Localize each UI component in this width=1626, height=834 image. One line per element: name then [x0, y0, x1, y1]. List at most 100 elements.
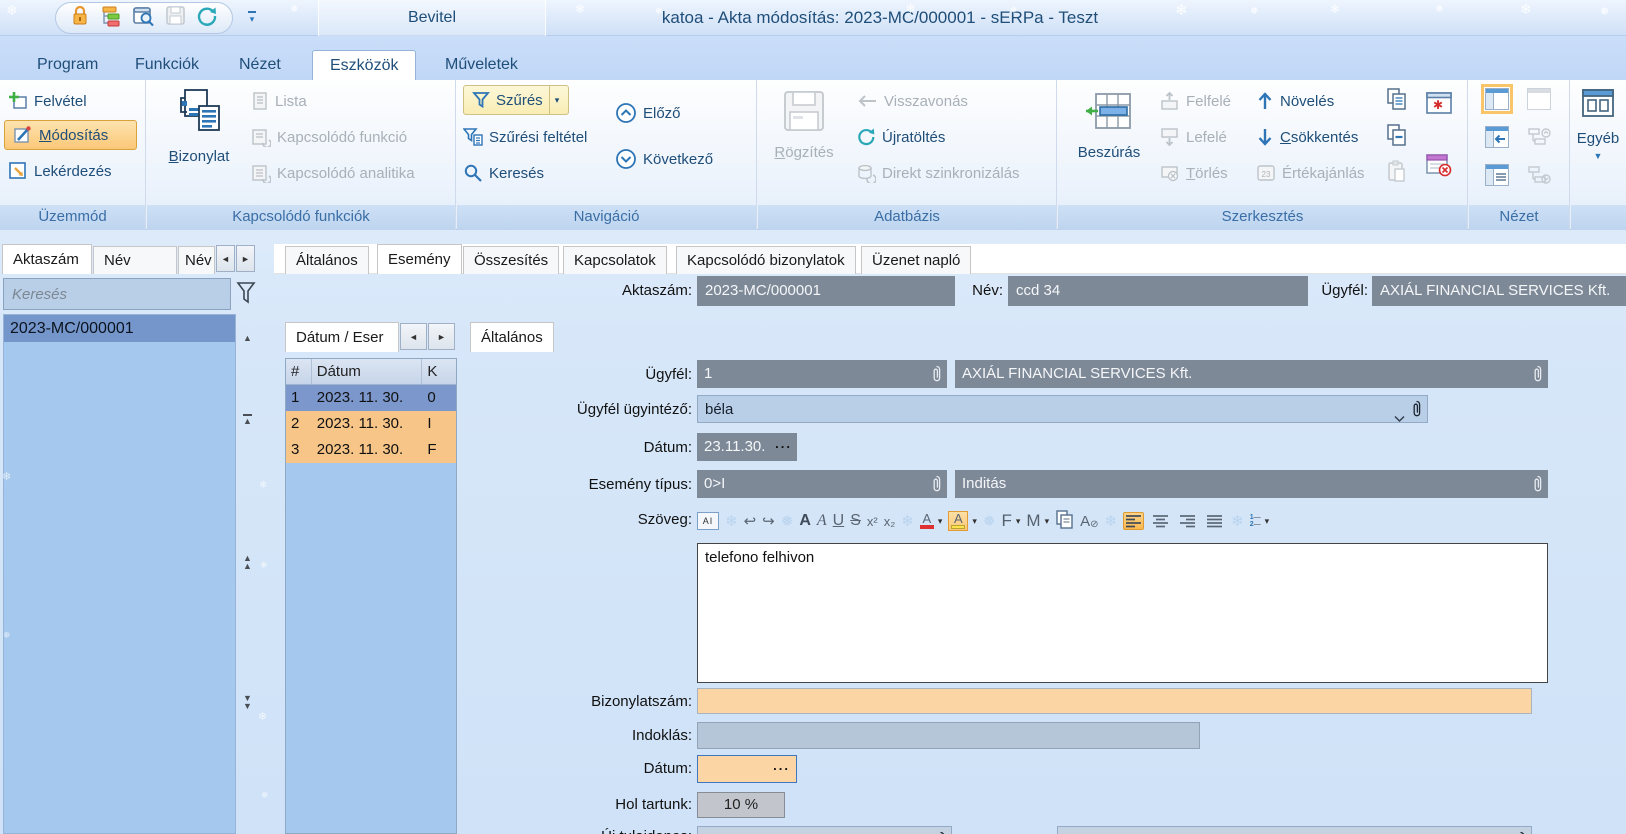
refresh-icon[interactable] — [196, 5, 218, 32]
felvetel-button[interactable]: Felvétel — [8, 86, 87, 116]
align-center-button[interactable] — [1150, 512, 1171, 530]
left-tab-aktaszam[interactable]: Aktaszám — [2, 244, 92, 274]
redo-icon[interactable]: ↪ — [762, 512, 775, 530]
left-tabs-scroll-right[interactable]: ► — [236, 245, 255, 272]
main-tab-esemeny[interactable]: Esemény — [377, 244, 462, 274]
szuresi-feltetel-button[interactable]: Szűrési feltétel — [463, 122, 587, 152]
kapcsolodo-analitika-button[interactable]: Kapcsolódó analitika — [251, 158, 415, 188]
paperclip-icon[interactable] — [1411, 400, 1422, 428]
clear-table-button[interactable] — [1426, 150, 1452, 180]
form-indoklas-field[interactable] — [697, 722, 1200, 749]
tab-eszkozok[interactable]: Eszközök — [312, 50, 416, 80]
font-name-button[interactable]: AI — [697, 512, 719, 530]
scroll-up-button[interactable]: ▲ — [240, 334, 255, 342]
form-datum2-field[interactable]: ... — [697, 755, 797, 783]
egyeb-button[interactable]: Egyéb ▼ — [1575, 88, 1621, 161]
numbered-list-dropdown-arrow[interactable]: ▾ — [1265, 516, 1270, 527]
form-ugyintezo-combo[interactable]: béla — [697, 395, 1428, 423]
scroll-page-up-button[interactable]: ▲▲ — [240, 554, 255, 570]
modositas-button[interactable]: Módosítás — [4, 120, 137, 150]
paperclip-icon[interactable] — [1532, 365, 1543, 388]
left-tab-nev[interactable]: Név — [178, 246, 215, 274]
copy-button[interactable] — [1386, 84, 1408, 114]
search-input[interactable] — [3, 278, 231, 310]
copy-special-button[interactable] — [1386, 120, 1408, 150]
elozo-button[interactable]: Előző — [615, 98, 681, 128]
lock-icon[interactable] — [70, 5, 90, 32]
kapcsolodo-funkcio-button[interactable]: Kapcsolódó funkció — [251, 122, 407, 152]
save-icon-disabled[interactable] — [165, 5, 186, 31]
italic-button[interactable]: A — [817, 512, 827, 530]
form-bizonylatszam-field[interactable] — [697, 688, 1532, 714]
paste-button[interactable] — [1386, 156, 1408, 186]
szoveg-textarea[interactable]: telefono felhivon — [697, 543, 1548, 683]
special-value-button[interactable]: ✱ — [1426, 88, 1452, 118]
main-tab-uzenet-naplo[interactable]: Üzenet napló — [861, 246, 971, 274]
field-dropdown-arrow[interactable]: ▾ — [1016, 516, 1021, 527]
szures-dropdown-arrow[interactable]: ▾ — [549, 86, 565, 114]
main-tab-altalanos[interactable]: Általános — [285, 246, 369, 274]
lefele-button[interactable]: Lefelé — [1160, 122, 1227, 152]
underline-button[interactable]: U — [833, 512, 845, 530]
search-filter-icon[interactable] — [236, 280, 256, 311]
torles-button[interactable]: Törlés — [1160, 158, 1228, 188]
felfele-button[interactable]: Felfelé — [1160, 86, 1231, 116]
left-tabs-scroll-left[interactable]: ◄ — [216, 245, 235, 272]
kovetkezo-button[interactable]: Következő — [615, 144, 713, 174]
tab-funkciok[interactable]: Funkciók — [118, 50, 216, 80]
bold-button[interactable]: A — [799, 512, 811, 530]
szures-button[interactable]: Szűrés ▾ — [463, 85, 569, 115]
undo-icon[interactable]: ↩ — [744, 512, 757, 530]
macro-dropdown-arrow[interactable]: ▾ — [1045, 516, 1050, 527]
font-color-dropdown-arrow[interactable]: ▾ — [938, 516, 943, 527]
window-search-icon[interactable] — [132, 5, 155, 32]
ujratoltes-button[interactable]: Újratöltés — [856, 122, 945, 152]
lekerdezes-button[interactable]: Lekérdezés — [8, 156, 112, 186]
rogzites-button[interactable]: Rögzítés — [766, 88, 842, 161]
ertekajanlas-button[interactable]: 23 Értékajánlás — [1256, 158, 1365, 188]
paperclip-icon[interactable] — [931, 475, 942, 498]
highlight-dropdown-arrow[interactable]: ▾ — [972, 516, 977, 527]
form-uj-tulajdonos-name-combo[interactable]: Kató Attila — [1057, 826, 1532, 834]
field-insert-button[interactable]: F — [1002, 511, 1012, 531]
paperclip-icon[interactable] — [1532, 475, 1543, 498]
direkt-szinkronizalas-button[interactable]: Direkt szinkronizálás — [856, 158, 1020, 188]
visszavonas-button[interactable]: Visszavonás — [856, 86, 968, 116]
form-ugyfel-name-field[interactable]: AXIÁL FINANCIAL SERVICES Kft. — [955, 360, 1548, 388]
event-tab-datum-esemeny[interactable]: Dátum / Eser — [285, 322, 399, 352]
tab-nezet[interactable]: Nézet — [222, 50, 298, 80]
form-esemeny-tipus-name-field[interactable]: Inditás — [955, 470, 1548, 498]
form-esemeny-tipus-code-field[interactable]: 0>I — [697, 470, 947, 498]
paperclip-icon[interactable] — [931, 365, 942, 388]
tree-down-button-disabled[interactable] — [1527, 164, 1551, 191]
bizonylat-button[interactable]: Bizonylat — [157, 88, 241, 165]
view-collapse-panel-button[interactable] — [1485, 126, 1509, 148]
main-tab-osszesites[interactable]: Összesítés — [463, 246, 559, 274]
lista-button[interactable]: Lista — [251, 86, 307, 116]
form-hol-tartunk-field[interactable]: 10 % — [697, 792, 785, 818]
clear-formatting-button[interactable]: A⊘ — [1080, 513, 1098, 530]
event-tabs-scroll-right[interactable]: ► — [428, 323, 455, 350]
kereses-button[interactable]: Keresés — [463, 158, 544, 188]
view-single-button-disabled[interactable] — [1527, 88, 1551, 110]
csokkentes-button[interactable]: Csökkentés — [1256, 122, 1358, 152]
strikethrough-button[interactable]: S — [850, 512, 861, 530]
date-picker-button[interactable]: ... — [773, 758, 790, 773]
noveles-button[interactable]: Növelés — [1256, 86, 1334, 116]
event-tabs-scroll-left[interactable]: ◄ — [400, 323, 427, 350]
chevron-down-icon[interactable] — [1394, 405, 1405, 433]
form-datum-field[interactable]: 23.11.30. ... — [697, 433, 797, 461]
main-tab-kapcsolodo-bizonylatok[interactable]: Kapcsolódó bizonylatok — [676, 246, 856, 274]
paste-text-icon[interactable] — [1055, 509, 1074, 534]
numbered-list-button[interactable]: 1—2— — [1250, 514, 1261, 528]
form-uj-tulajdonos-code-combo[interactable]: 031 — [697, 826, 952, 834]
hierarchy-icon[interactable] — [100, 5, 122, 32]
list-item-selected[interactable]: 2023-MC/000001 — [4, 315, 235, 342]
view-left-panel-button[interactable] — [1485, 88, 1509, 110]
tab-muveletek[interactable]: Műveletek — [428, 50, 535, 80]
subscript-button[interactable]: x₂ — [884, 514, 896, 529]
beszuras-button[interactable]: Beszúrás — [1066, 88, 1152, 161]
tree-up-button-disabled[interactable] — [1527, 126, 1551, 153]
form-ugyfel-code-field[interactable]: 1 — [697, 360, 947, 388]
view-list-panel-button[interactable] — [1485, 164, 1509, 186]
